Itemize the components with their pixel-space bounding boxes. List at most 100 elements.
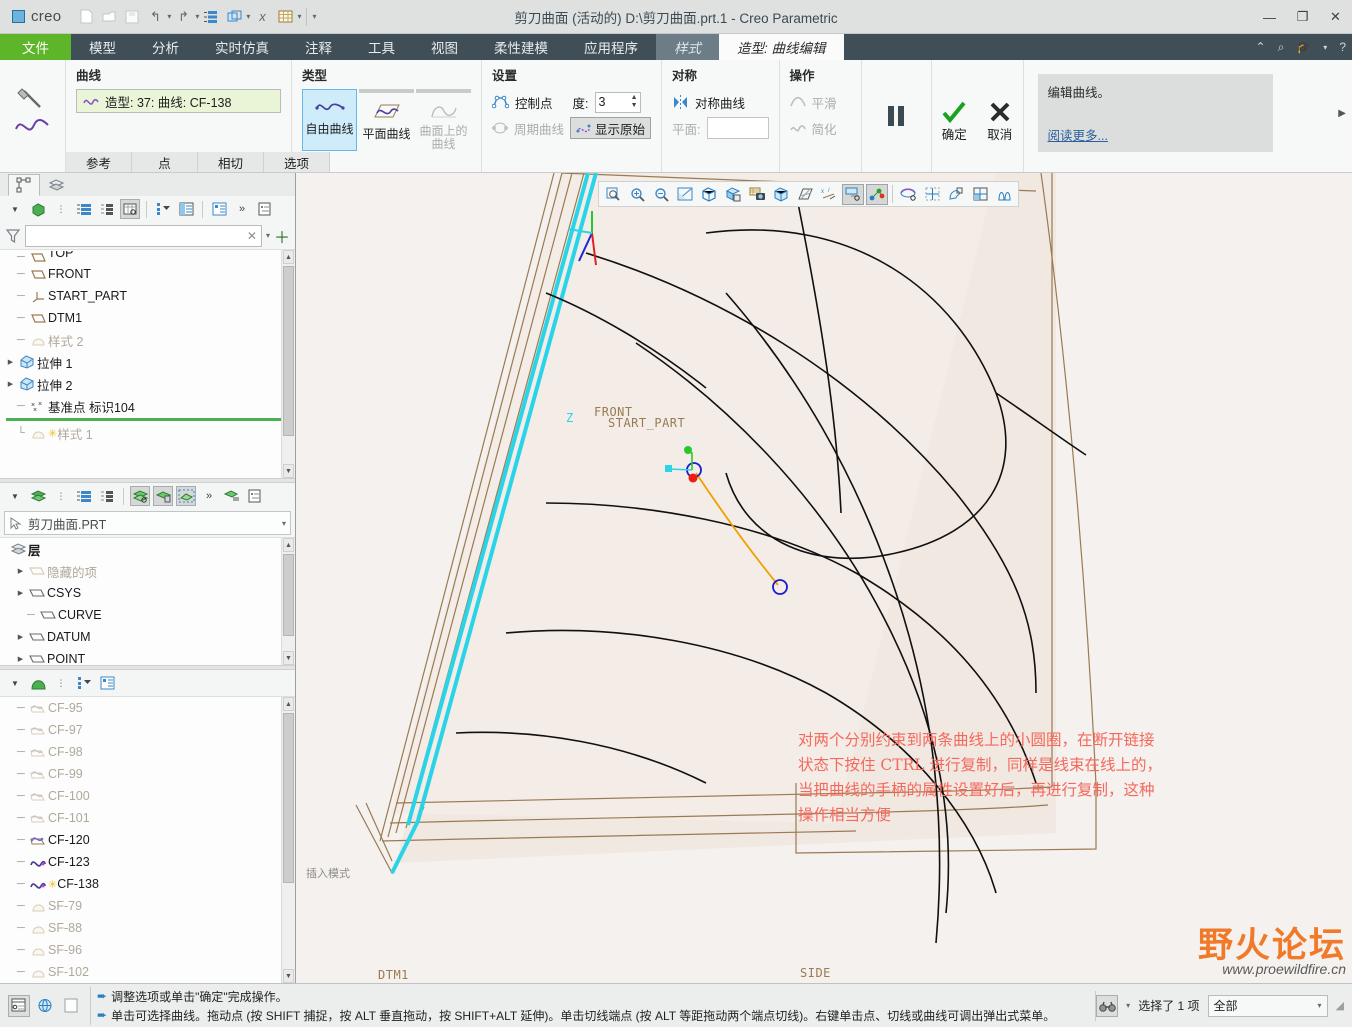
repaint-icon[interactable] <box>223 6 245 28</box>
collapse-ribbon-icon[interactable]: ⌃ <box>1256 40 1266 54</box>
style-surface-icon[interactable] <box>28 673 48 693</box>
style-row-cf-123[interactable]: ─ CF-123 <box>0 851 295 873</box>
tab-styling-curve-edit[interactable]: 造型: 曲线编辑 <box>719 34 844 60</box>
add-filter-icon[interactable]: ＋ <box>274 224 290 248</box>
expand-more-icon[interactable]: » <box>232 199 252 219</box>
style-row-cf-101[interactable]: ─ CF-101 <box>0 807 295 829</box>
ok-button[interactable]: 确定 <box>932 60 978 172</box>
show-dropdown-icon[interactable]: ▼ <box>5 486 25 506</box>
symmetry-plane-field[interactable] <box>706 117 769 139</box>
layer-view-icon[interactable] <box>993 184 1015 205</box>
chevron-down-icon[interactable]: ▾ <box>1318 1001 1322 1010</box>
close-window-icon[interactable]: x <box>251 6 273 28</box>
grid-icon[interactable] <box>921 184 943 205</box>
tree-row-top[interactable]: ─ TOP <box>0 251 295 263</box>
graphics-viewport[interactable]: x / FRONT START_PART DTM1 SIDE Z 对两个分别约束到… <box>296 173 1352 983</box>
model-tree-search-input[interactable]: ✕ <box>25 224 262 247</box>
layer-columns-icon[interactable] <box>97 486 117 506</box>
open-file-icon[interactable] <box>98 6 120 28</box>
blank-page-icon[interactable] <box>60 995 82 1017</box>
expand-more-icon[interactable]: » <box>199 486 219 506</box>
minimize-button[interactable]: — <box>1253 0 1286 34</box>
scroll-down-arrow[interactable]: ▼ <box>283 464 294 479</box>
help-icon[interactable]: ? <box>1339 40 1346 54</box>
section-icon[interactable] <box>969 184 991 205</box>
tree-expander[interactable]: ▶ <box>14 655 27 663</box>
style-tree-scrollbar[interactable]: ▲ ▼ <box>281 697 295 984</box>
style-row-sf-96[interactable]: ─ SF-96 <box>0 939 295 961</box>
subtab-options[interactable]: 选项 <box>264 152 330 172</box>
tab-flexible-modeling[interactable]: 柔性建模 <box>476 34 566 60</box>
perspective-icon[interactable] <box>794 184 816 205</box>
global-icon[interactable] <box>34 995 56 1017</box>
redo-dropdown-icon[interactable]: ▾ <box>195 12 199 21</box>
scroll-up-arrow[interactable]: ▲ <box>283 250 294 265</box>
tree-expander[interactable]: ▶ <box>14 589 27 597</box>
undo-dropdown-icon[interactable]: ▾ <box>167 12 171 21</box>
more-options-icon[interactable]: ⋮ <box>51 486 71 506</box>
tab-file[interactable]: 文件 <box>0 34 71 60</box>
tab-view[interactable]: 视图 <box>413 34 476 60</box>
more-options-icon[interactable]: ⋮ <box>51 673 71 693</box>
resize-grip-icon[interactable]: ◢ <box>1336 999 1344 1012</box>
style-copy-icon[interactable] <box>97 673 117 693</box>
tree-expander[interactable]: ▶ <box>4 380 17 388</box>
tree-list-icon[interactable] <box>74 199 94 219</box>
point-display-icon[interactable] <box>866 183 888 205</box>
layer-root-row[interactable]: 层 <box>0 538 295 560</box>
tab-live-simulation[interactable]: 实时仿真 <box>197 34 287 60</box>
tree-export-icon[interactable] <box>255 199 275 219</box>
tree-row-extrude-1[interactable]: ▶ 拉伸 1 <box>0 351 295 373</box>
maximize-button[interactable]: ❐ <box>1286 0 1319 34</box>
layer-row-datum[interactable]: ▶ DATUM <box>0 626 295 648</box>
style-row-cf-120[interactable]: ─ CF-120 <box>0 829 295 851</box>
layer-settings-icon[interactable] <box>222 486 242 506</box>
named-views-icon[interactable] <box>698 184 720 205</box>
tree-row-front[interactable]: ─ FRONT <box>0 263 295 285</box>
display-style-icon[interactable] <box>770 184 792 205</box>
nav-tab-model-tree[interactable] <box>8 174 40 197</box>
tree-columns-icon[interactable] <box>97 199 117 219</box>
layer-export-icon[interactable] <box>245 486 265 506</box>
style-row-sf-102[interactable]: ─ SF-102 <box>0 961 295 983</box>
layer-row-csys[interactable]: ▶ CSYS <box>0 582 295 604</box>
undo-icon[interactable]: ↰ <box>144 6 166 28</box>
control-points-label[interactable]: 控制点 <box>515 93 553 112</box>
tree-row-extrude-2[interactable]: ▶ 拉伸 2 <box>0 373 295 395</box>
cancel-button[interactable]: 取消 <box>977 60 1023 172</box>
read-more-link[interactable]: 阅读更多... <box>1048 125 1108 144</box>
regenerate-icon[interactable] <box>200 6 222 28</box>
save-view-snapshot-icon[interactable] <box>746 184 768 205</box>
scroll-thumb[interactable] <box>283 554 294 637</box>
tab-tools[interactable]: 工具 <box>350 34 413 60</box>
model-cube-icon[interactable] <box>28 199 48 219</box>
redo-icon[interactable]: ↱ <box>172 6 194 28</box>
type-planar-curve[interactable]: 平面曲线 <box>359 95 414 142</box>
more-options-icon[interactable]: ⋮ <box>51 199 71 219</box>
tree-row-dtm1[interactable]: ─ DTM1 <box>0 307 295 329</box>
selection-filter-combobox[interactable]: 全部 ▾ <box>1207 994 1328 1017</box>
repaint-dropdown-icon[interactable]: ▾ <box>246 12 250 21</box>
annotation-display-icon[interactable] <box>842 183 864 205</box>
layer-row-point[interactable]: ▶ POINT <box>0 648 295 665</box>
layer-display-icon[interactable] <box>130 486 150 507</box>
tree-row-datum-point[interactable]: ─ × × × 基准点 标识104 <box>0 395 295 417</box>
model-tree-scrollbar[interactable]: ▲ ▼ <box>281 250 295 479</box>
tab-model[interactable]: 模型 <box>71 34 134 60</box>
show-dropdown-icon[interactable]: ▼ <box>5 199 25 219</box>
style-row-cf-99[interactable]: ─ CF-99 <box>0 763 295 785</box>
subtab-tangency[interactable]: 相切 <box>198 152 264 172</box>
help-panel-expand-icon[interactable]: ▶ <box>1338 108 1346 119</box>
search-icon[interactable]: ⌕ <box>1278 40 1285 55</box>
tab-applications[interactable]: 应用程序 <box>566 34 656 60</box>
tree-row-style-2[interactable]: ─ 样式 2 <box>0 329 295 351</box>
scroll-up-arrow[interactable]: ▲ <box>283 538 294 553</box>
style-row-sf-79[interactable]: ─ SF-79 <box>0 895 295 917</box>
style-row-cf-95[interactable]: ─ CF-95 <box>0 697 295 719</box>
tree-expander[interactable]: ▶ <box>14 633 27 641</box>
spin-center-icon[interactable] <box>897 184 919 205</box>
layer-tree-scrollbar[interactable]: ▲ ▼ <box>281 538 295 666</box>
scroll-down-arrow[interactable]: ▼ <box>283 969 294 984</box>
style-tree[interactable]: ─ CF-95 ─ CF-97 ─ CF-98 ─ CF-99 ─ CF-100… <box>0 696 295 984</box>
style-row-cf-100[interactable]: ─ CF-100 <box>0 785 295 807</box>
